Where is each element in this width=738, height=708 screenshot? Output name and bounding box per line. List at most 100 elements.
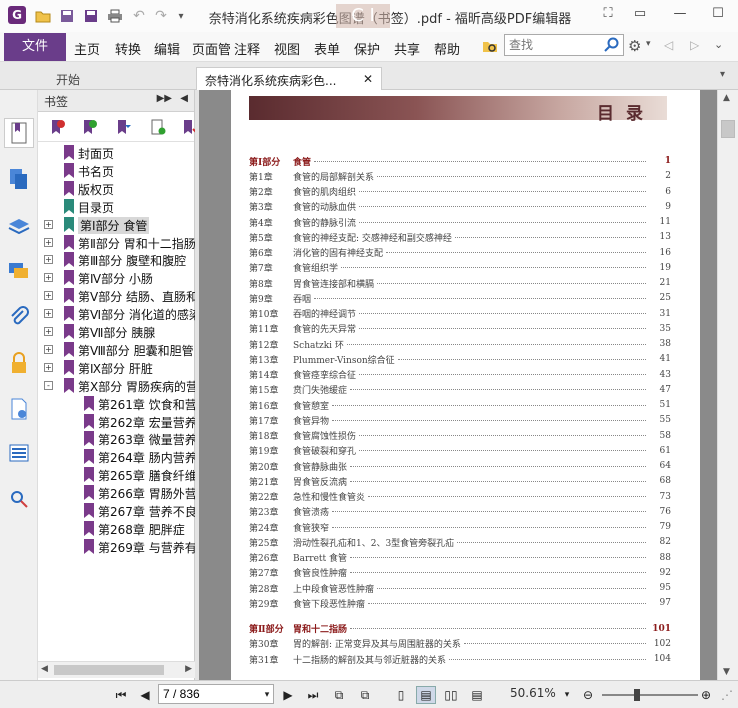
tab-document[interactable]: 奈特消化系统疾病彩色... ✕ xyxy=(196,67,382,91)
settings-gear-icon[interactable]: ⚙ xyxy=(628,37,641,55)
expand-node-icon[interactable]: + xyxy=(44,362,53,372)
toc-chapter-row[interactable]: 第29章 食管下段恶性肿瘤 97 xyxy=(249,596,671,610)
bookmark-item[interactable]: + 第Ⅸ部分 肝脏 xyxy=(38,359,195,377)
comments-icon[interactable] xyxy=(4,256,34,286)
menu-edit[interactable]: 编辑 xyxy=(154,39,180,58)
fullscreen-icon[interactable]: ⛶ xyxy=(596,4,620,24)
zoom-dropdown-icon[interactable]: ▾ xyxy=(560,686,574,704)
toc-chapter-row[interactable]: 第21章 胃食管反流病 68 xyxy=(249,474,671,488)
first-page-icon[interactable]: ⏮ xyxy=(112,686,130,704)
expand-node-icon[interactable]: + xyxy=(44,219,53,229)
bookmark-item[interactable]: + 第Ⅵ部分 消化道的感染 xyxy=(38,305,195,323)
facing-pages-icon[interactable]: ▯▯ xyxy=(442,686,460,704)
certificate-icon[interactable] xyxy=(4,484,34,514)
bookmark-item[interactable]: 第263章 微量营养素 xyxy=(38,430,195,448)
scroll-up-icon[interactable]: ▲ xyxy=(723,93,730,103)
tab-list-dropdown-icon[interactable]: ▾ xyxy=(720,69,725,80)
expand-node-icon[interactable]: + xyxy=(44,344,53,354)
menu-protect[interactable]: 保护 xyxy=(354,39,380,58)
toc-chapter-row[interactable]: 第2章 食管的肌肉组织 6 xyxy=(249,185,671,199)
toc-chapter-row[interactable]: 第14章 食管痉挛综合征 43 xyxy=(249,368,671,382)
customize-dropdown-icon[interactable]: ▾ xyxy=(172,7,190,25)
bookmark-item[interactable]: + 第Ⅴ部分 结肠、直肠和肛门 xyxy=(38,287,195,305)
bookmark-item[interactable]: 第269章 与营养有关 xyxy=(38,538,195,556)
bookmark-item[interactable]: 第268章 肥胖症 xyxy=(38,520,195,538)
tab-start[interactable]: 开始 xyxy=(48,67,88,91)
toc-chapter-row[interactable]: 第7章 食管组织学 19 xyxy=(249,261,671,275)
toc-part-row[interactable]: 第Ⅰ部分 食管 1 xyxy=(249,154,671,168)
expand-node-icon[interactable]: + xyxy=(44,237,53,247)
print-icon[interactable] xyxy=(106,7,124,25)
content-list-icon[interactable] xyxy=(4,438,34,468)
bookmark-item[interactable]: - 第Ⅹ部分 胃肠疾病的营养 xyxy=(38,377,195,395)
toc-chapter-row[interactable]: 第31章 十二指肠的解剖及其与邻近脏器的关系 104 xyxy=(249,652,671,666)
bookmark-item[interactable]: + 第Ⅲ部分 腹壁和腹腔 xyxy=(38,251,195,269)
prev-result-icon[interactable]: ◁ xyxy=(664,38,673,52)
layers-icon[interactable] xyxy=(4,212,34,242)
toc-chapter-row[interactable]: 第28章 上中段食管恶性肿瘤 95 xyxy=(249,581,671,595)
continuous-facing-icon[interactable]: ▤ xyxy=(468,686,486,704)
undo-icon[interactable]: ↶ xyxy=(130,7,148,25)
panel-expand-icon[interactable]: ▶▶ xyxy=(157,93,172,104)
toc-chapter-row[interactable]: 第24章 食管狭窄 79 xyxy=(249,520,671,534)
bookmark-from-page-icon[interactable] xyxy=(150,119,166,135)
menu-share[interactable]: 共享 xyxy=(394,39,420,58)
toc-part-row[interactable]: 第Ⅱ部分 胃和十二指肠 101 xyxy=(249,622,671,636)
foxit-logo-icon[interactable]: G xyxy=(8,6,26,24)
toc-chapter-row[interactable]: 第8章 胃食管连接部和横膈 21 xyxy=(249,276,671,290)
bookmark-item[interactable]: + 第Ⅶ部分 胰腺 xyxy=(38,323,195,341)
scroll-down-icon[interactable]: ▼ xyxy=(723,667,730,677)
toc-chapter-row[interactable]: 第4章 食管的静脉引流 11 xyxy=(249,215,671,229)
toc-chapter-row[interactable]: 第12章 Schatzki 环 38 xyxy=(249,337,671,351)
bookmark-item[interactable]: 第262章 宏量营养素 xyxy=(38,413,195,431)
bookmark-panel-icon[interactable] xyxy=(4,118,34,148)
last-page-icon[interactable]: ⏭ xyxy=(304,686,322,704)
collapse-node-icon[interactable]: - xyxy=(44,380,53,390)
open-folder-icon[interactable] xyxy=(34,7,52,25)
menu-help[interactable]: 帮助 xyxy=(434,39,460,58)
toc-chapter-row[interactable]: 第19章 食管破裂和穿孔 61 xyxy=(249,444,671,458)
add-bookmark-icon[interactable] xyxy=(82,119,98,135)
bookmark-item[interactable]: 第265章 膳食纤维 xyxy=(38,466,195,484)
page-number-input[interactable] xyxy=(158,684,274,704)
bookmark-item[interactable]: 第261章 饮食和营养 xyxy=(38,395,195,413)
ribbon-collapse-icon[interactable]: ⌄ xyxy=(714,38,723,51)
next-view-icon[interactable]: ⧉ xyxy=(356,686,374,704)
bookmark-item[interactable]: 第264章 肠内营养 xyxy=(38,448,195,466)
document-view[interactable]: 目录 第Ⅰ部分 食管 1 第1章 食管的局部解剖关系 2 第2章 食管的肌肉组织 6 第3章 食管的… xyxy=(199,90,717,680)
page-dropdown-icon[interactable]: ▾ xyxy=(262,686,272,704)
save-icon[interactable] xyxy=(58,7,76,25)
toc-chapter-row[interactable]: 第27章 食管良性肿瘤 92 xyxy=(249,566,671,580)
redo-icon[interactable]: ↷ xyxy=(152,7,170,25)
bookmark-item[interactable]: + 第Ⅱ部分 胃和十二指肠 xyxy=(38,234,195,252)
toc-chapter-row[interactable]: 第11章 食管的先天异常 35 xyxy=(249,322,671,336)
toc-chapter-row[interactable]: 第5章 食管的神经支配: 交感神经和副交感神经 13 xyxy=(249,230,671,244)
next-result-icon[interactable]: ▷ xyxy=(690,38,699,52)
expand-node-icon[interactable]: + xyxy=(44,291,53,301)
expand-node-icon[interactable]: + xyxy=(44,255,53,265)
attachments-icon[interactable] xyxy=(4,302,34,332)
scroll-right-icon[interactable]: ▶ xyxy=(185,664,192,674)
bookmark-item[interactable]: 封面页 xyxy=(38,144,195,162)
security-lock-icon[interactable] xyxy=(4,348,34,378)
bookmark-item[interactable]: 第267章 营养不良 xyxy=(38,502,195,520)
file-menu-button[interactable]: 文件 xyxy=(4,33,66,61)
menu-home[interactable]: 主页 xyxy=(74,39,100,58)
zoom-level[interactable]: 50.61% xyxy=(510,686,556,700)
zoom-slider-knob[interactable] xyxy=(633,689,640,701)
vertical-scrollbar[interactable]: ▲ ▼ xyxy=(717,90,738,680)
next-page-icon[interactable]: ▶ xyxy=(280,686,296,704)
close-tab-icon[interactable]: ✕ xyxy=(363,72,373,86)
menu-page-management[interactable]: 页面管理 xyxy=(192,39,230,58)
expand-node-icon[interactable]: + xyxy=(44,327,53,336)
toc-chapter-row[interactable]: 第22章 急性和慢性食管炎 73 xyxy=(249,490,671,504)
settings-dropdown-icon[interactable]: ▾ xyxy=(646,39,651,49)
panel-collapse-icon[interactable]: ◀ xyxy=(180,93,188,104)
menu-comment[interactable]: 注释 xyxy=(234,39,260,58)
toc-chapter-row[interactable]: 第3章 食管的动脉血供 9 xyxy=(249,200,671,214)
previous-page-icon[interactable]: ◀ xyxy=(136,686,154,704)
toc-chapter-row[interactable]: 第9章 吞咽 25 xyxy=(249,291,671,305)
zoom-out-icon[interactable]: ⊖ xyxy=(580,686,596,704)
resize-grip-icon[interactable]: ⋰ xyxy=(720,686,734,704)
toc-chapter-row[interactable]: 第26章 Barrett 食管 88 xyxy=(249,551,671,565)
